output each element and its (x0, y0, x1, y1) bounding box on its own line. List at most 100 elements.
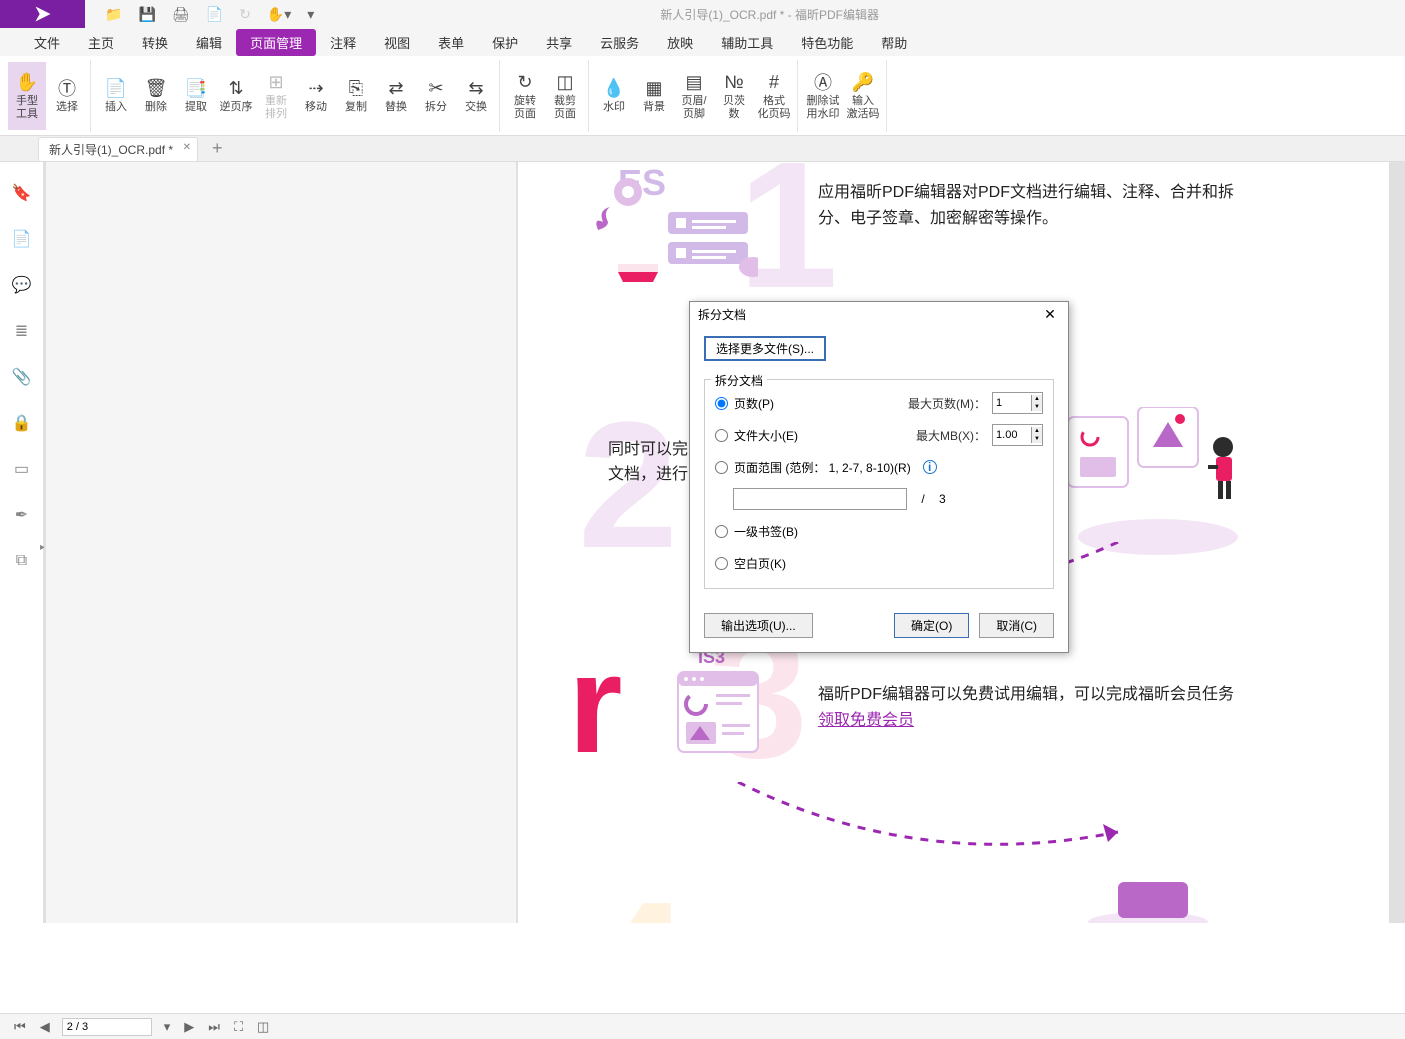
ok-button[interactable]: 确定(O) (894, 613, 969, 638)
close-tab-icon[interactable]: ✕ (183, 142, 191, 153)
attachments-panel-icon[interactable]: 📎 (11, 366, 33, 388)
qat-more-icon[interactable]: ▾ (307, 6, 314, 23)
page-dropdown-icon[interactable]: ▾ (162, 1019, 173, 1035)
security-panel-icon[interactable]: 🔒 (11, 412, 33, 434)
menu-convert[interactable]: 转换 (128, 29, 182, 56)
select-button[interactable]: Ⓣ选择 (48, 62, 86, 130)
bookmark-panel-icon[interactable]: 🔖 (11, 182, 33, 204)
crop-button[interactable]: ◫裁剪 页面 (546, 62, 584, 130)
dialog-close-button[interactable]: ✕ (1040, 306, 1060, 323)
free-member-link[interactable]: 领取免费会员 (818, 712, 914, 729)
insert-button[interactable]: 📄插入 (97, 62, 135, 130)
delete-trial-watermark-button[interactable]: Ⓐ删除试 用水印 (804, 62, 842, 130)
radio-blank[interactable] (715, 557, 728, 570)
tab-strip: 新人引导(1)_OCR.pdf * ✕ + (0, 136, 1405, 162)
radio-blank-label[interactable]: 空白页(K) (734, 555, 786, 572)
menu-help[interactable]: 帮助 (867, 29, 921, 56)
menu-share[interactable]: 共享 (532, 29, 586, 56)
page-number-input[interactable] (62, 1018, 152, 1036)
cancel-button[interactable]: 取消(C) (979, 613, 1054, 638)
signatures-panel-icon[interactable]: ✒ (11, 504, 33, 526)
open-icon[interactable]: 📁 (105, 6, 122, 23)
max-pages-input[interactable] (993, 396, 1031, 410)
radio-pages-label[interactable]: 页数(P) (734, 395, 774, 412)
replace-button[interactable]: ⇄替换 (377, 62, 415, 130)
radio-range[interactable] (715, 461, 728, 474)
spin-down-icon[interactable]: ▼ (1032, 403, 1042, 411)
save-icon[interactable]: 💾 (138, 6, 155, 23)
radio-range-label[interactable]: 页面范围 (范例： 1, 2-7, 8-10)(R) (734, 459, 911, 476)
menu-page-manage[interactable]: 页面管理 (236, 29, 316, 56)
menu-annotate[interactable]: 注释 (316, 29, 370, 56)
background-button[interactable]: ▦背景 (635, 62, 673, 130)
svg-text:r: r (568, 642, 622, 782)
menu-view[interactable]: 视图 (370, 29, 424, 56)
delete-button[interactable]: 🗑删除 (137, 62, 175, 130)
reverse-button[interactable]: ⇅逆页序 (217, 62, 255, 130)
page-range-input[interactable] (733, 488, 907, 510)
radio-filesize[interactable] (715, 429, 728, 442)
delete-icon: 🗑 (145, 77, 168, 99)
format-page-button[interactable]: #格式 化页码 (755, 62, 793, 130)
activate-button[interactable]: 🔑输入 激活码 (844, 62, 882, 130)
copy-button[interactable]: ⎘复制 (337, 62, 375, 130)
fields-panel-icon[interactable]: ▭ (11, 458, 33, 480)
spin-up-icon[interactable]: ▲ (1032, 427, 1042, 435)
fit-width-icon[interactable]: ◫ (255, 1019, 271, 1035)
menu-accessibility[interactable]: 辅助工具 (707, 29, 787, 56)
max-pages-spinner[interactable]: ▲▼ (992, 392, 1043, 414)
last-page-button[interactable]: ⏭ (206, 1019, 222, 1035)
menu-home[interactable]: 主页 (74, 29, 128, 56)
menu-form[interactable]: 表单 (424, 29, 478, 56)
menu-features[interactable]: 特色功能 (787, 29, 867, 56)
first-page-button[interactable]: ⏮ (12, 1019, 28, 1035)
move-button[interactable]: ⇢移动 (297, 62, 335, 130)
radio-pages[interactable] (715, 397, 728, 410)
swap-button[interactable]: ⇆交换 (457, 62, 495, 130)
extract-button[interactable]: 📑提取 (177, 62, 215, 130)
prev-page-button[interactable]: ◀ (38, 1019, 52, 1035)
watermark-button[interactable]: 💧水印 (595, 62, 633, 130)
spin-up-icon[interactable]: ▲ (1032, 395, 1042, 403)
doc-text-3: 福昕PDF编辑器可以免费试用编辑，可以完成福昕会员任务领取免费会员 (818, 682, 1238, 733)
split-options-fieldset: 拆分文档 页数(P) 最大页数(M)： ▲▼ 文件大小(E) 最大MB(X)： (704, 379, 1054, 589)
split-button[interactable]: ✂拆分 (417, 62, 455, 130)
bates-button[interactable]: №贝茨 数 (715, 62, 753, 130)
add-tab-button[interactable]: + (212, 138, 223, 159)
comments-panel-icon[interactable]: 💬 (11, 274, 33, 296)
select-more-files-button[interactable]: 选择更多文件(S)... (704, 336, 826, 361)
extract-icon: 📑 (185, 77, 207, 99)
format-page-icon: # (769, 71, 779, 93)
rotate-button[interactable]: ↻旋转 页面 (506, 62, 544, 130)
spin-down-icon[interactable]: ▼ (1032, 435, 1042, 443)
select-icon: Ⓣ (58, 77, 76, 99)
document-tab[interactable]: 新人引导(1)_OCR.pdf * ✕ (38, 137, 198, 161)
radio-filesize-label[interactable]: 文件大小(E) (734, 427, 798, 444)
menu-file[interactable]: 文件 (20, 29, 74, 56)
menu-slideshow[interactable]: 放映 (653, 29, 707, 56)
radio-bookmark-label[interactable]: 一级书签(B) (734, 523, 798, 540)
dialog-titlebar[interactable]: 拆分文档 ✕ (690, 302, 1068, 326)
menu-protect[interactable]: 保护 (478, 29, 532, 56)
hand-tool-button[interactable]: ✋手型 工具 (8, 62, 46, 130)
fit-page-icon[interactable]: ⛶ (232, 1019, 245, 1035)
info-icon[interactable]: i (923, 460, 937, 474)
radio-bookmark[interactable] (715, 525, 728, 538)
print-icon[interactable]: 🖨 (172, 6, 190, 23)
header-footer-button[interactable]: ▤页眉/ 页脚 (675, 62, 713, 130)
crop-icon: ◫ (556, 71, 573, 93)
touch-icon[interactable]: ✋▾ (267, 6, 291, 23)
max-mb-spinner[interactable]: ▲▼ (992, 424, 1043, 446)
move-icon: ⇢ (308, 77, 323, 99)
layers-panel-icon[interactable]: ≣ (11, 320, 33, 342)
output-options-button[interactable]: 输出选项(U)... (704, 613, 813, 638)
next-page-button[interactable]: ▶ (182, 1019, 196, 1035)
pages-panel-icon[interactable]: 📄 (11, 228, 33, 250)
page-icon[interactable]: 📄 (206, 6, 223, 23)
compare-panel-icon[interactable]: ⧉ (11, 550, 33, 572)
watermark-icon: 💧 (603, 77, 625, 99)
menu-cloud[interactable]: 云服务 (586, 29, 653, 56)
max-mb-input[interactable] (993, 428, 1031, 442)
menu-edit[interactable]: 编辑 (182, 29, 236, 56)
redo-icon[interactable]: ↻ (239, 6, 251, 23)
